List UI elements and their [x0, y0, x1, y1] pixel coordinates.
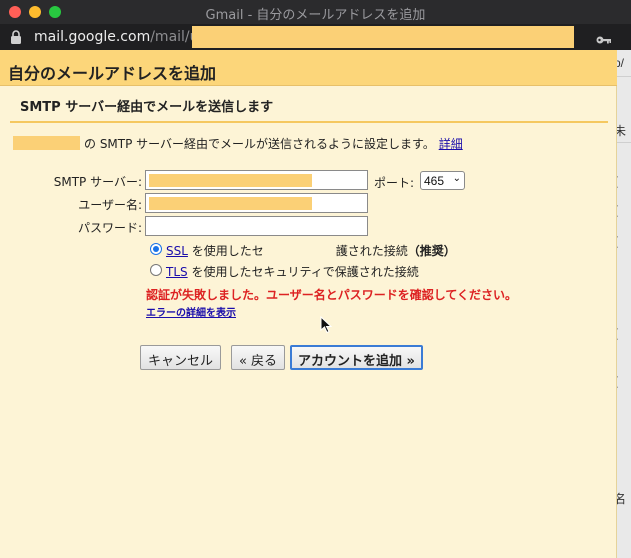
port-value: 465	[424, 174, 445, 188]
password-label: パスワード:	[77, 221, 142, 235]
chevron-down-icon: ⌄	[452, 173, 461, 184]
window-title: Gmail - 自分のメールアドレスを追加	[205, 8, 426, 23]
ssl-option: SSL を使用したセ 護された接続（推奨）	[166, 242, 456, 259]
ssl-radio[interactable]	[150, 243, 162, 255]
tls-link[interactable]: TLS	[166, 265, 188, 279]
ssl-text-b: 護された接続	[335, 244, 408, 258]
username-input[interactable]	[145, 193, 368, 213]
add-email-dialog: 自分のメールアドレスを追加	[0, 50, 617, 558]
smtp-server-input[interactable]	[145, 170, 368, 190]
ssl-text-a: を使用したセ	[191, 244, 264, 258]
port-label: ポート:	[374, 176, 415, 190]
cancel-button[interactable]: キャンセル	[140, 345, 221, 370]
section-title: SMTP サーバー経由でメールを送信します	[20, 100, 274, 115]
tls-option: TLS を使用したセキュリティで保護された接続	[166, 263, 419, 280]
port-select[interactable]: 465 ⌄	[420, 171, 465, 190]
key-icon[interactable]	[596, 32, 612, 50]
redacted-value	[149, 197, 312, 210]
mouse-cursor-icon	[320, 315, 333, 339]
dialog-header: 自分のメールアドレスを追加	[0, 50, 617, 86]
error-details-link[interactable]: エラーの詳細を表示	[146, 304, 236, 319]
password-input[interactable]	[145, 216, 368, 236]
redacted-value	[149, 174, 312, 187]
url-text[interactable]: mail.google.com/mail/u/	[34, 29, 203, 45]
window-titlebar: Gmail - 自分のメールアドレスを追加	[0, 0, 631, 24]
add-account-button[interactable]: アカウントを追加 »	[290, 345, 423, 370]
redacted-email	[13, 136, 80, 150]
description-text: の SMTP サーバー経由でメールが送信されるように設定します。	[84, 137, 435, 151]
username-label: ユーザー名:	[78, 198, 142, 212]
back-button[interactable]: « 戻る	[231, 345, 285, 370]
address-bar[interactable]: mail.google.com/mail/u/	[0, 24, 631, 50]
ssl-link[interactable]: SSL	[166, 244, 188, 258]
error-message: 認証が失敗しました。ユーザー名とパスワードを確認してください。	[146, 288, 518, 302]
details-link[interactable]: 詳細	[439, 137, 463, 151]
recommended-label: （推奨）	[407, 244, 456, 258]
section-divider	[10, 121, 608, 123]
lock-icon	[10, 30, 22, 49]
url-host: mail.google.com	[34, 29, 151, 45]
description: の SMTP サーバー経由でメールが送信されるように設定します。 詳細	[84, 135, 463, 152]
dialog-title: 自分のメールアドレスを追加	[8, 64, 217, 83]
smtp-server-label: SMTP サーバー:	[53, 175, 142, 189]
tls-radio[interactable]	[150, 264, 162, 276]
redacted-url-segment	[192, 26, 574, 48]
tls-text: を使用したセキュリティで保護された接続	[191, 265, 419, 279]
